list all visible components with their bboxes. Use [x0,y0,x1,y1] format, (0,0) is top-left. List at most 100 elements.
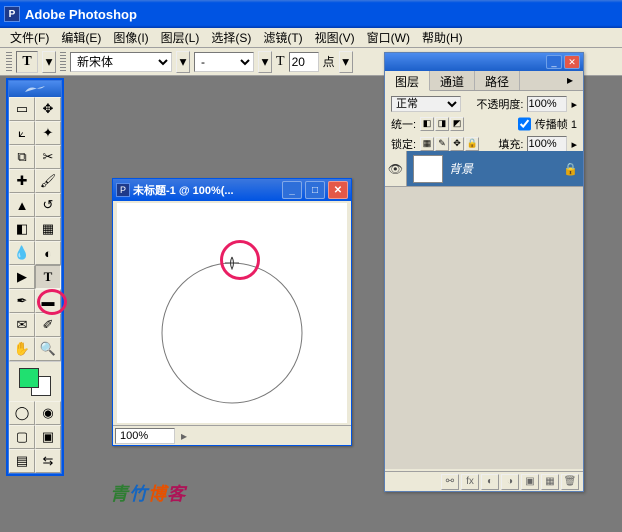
panel-menu-button[interactable]: ▸ [557,71,583,90]
slice-tool[interactable]: ✂ [35,145,61,169]
lasso-tool[interactable]: ⟀ [9,121,35,145]
menu-filter[interactable]: 滤镜(T) [257,29,308,46]
menu-image[interactable]: 图像(I) [107,29,154,46]
gripper-icon[interactable] [6,52,12,72]
lock-trans-icon[interactable]: ▦ [420,137,434,151]
menu-file[interactable]: 文件(F) [4,29,55,46]
zoom-tool[interactable]: 🔍 [35,337,61,361]
path-select-tool[interactable]: ▶ [9,265,35,289]
link-layers-button[interactable]: ⚯ [441,474,459,490]
lock-pixel-icon[interactable]: ✎ [435,137,449,151]
font-style-arrow[interactable]: ▾ [258,51,272,73]
doc-icon: P [116,183,130,197]
menu-layer[interactable]: 图层(L) [155,29,206,46]
font-family-select[interactable]: 新宋体 [70,52,172,72]
app-titlebar: P Adobe Photoshop [0,0,622,28]
heal-tool[interactable]: ✚ [9,169,35,193]
unify-style-icon[interactable]: ◩ [450,117,464,131]
crop-tool[interactable]: ⧉ [9,145,35,169]
font-family-arrow[interactable]: ▾ [176,51,190,73]
menu-select[interactable]: 选择(S) [205,29,257,46]
minimize-button[interactable]: _ [282,181,302,199]
zoom-field[interactable]: 100% [115,428,175,444]
app-icon: P [4,6,20,22]
screenmode-2[interactable]: ▣ [35,425,61,449]
foreground-color-swatch[interactable] [19,368,39,388]
blur-tool[interactable]: 💧 [9,241,35,265]
propagate-checkbox[interactable] [518,116,531,132]
lock-pos-icon[interactable]: ✥ [450,137,464,151]
color-swatches[interactable] [9,361,61,401]
delete-layer-button[interactable]: 🗑 [561,474,579,490]
gripper-icon[interactable] [60,52,66,72]
stamp-tool[interactable]: ▲ [9,193,35,217]
lock-label: 锁定: [391,136,416,152]
opacity-arrow-icon[interactable]: ▸ [571,98,577,111]
menu-view[interactable]: 视图(V) [309,29,361,46]
eyedropper-tool[interactable]: ✐ [35,313,61,337]
tab-paths[interactable]: 路径 [475,71,520,90]
menu-help[interactable]: 帮助(H) [416,29,469,46]
tab-channels[interactable]: 通道 [430,71,475,90]
lock-all-icon[interactable]: 🔒 [465,137,479,151]
panel-minimize-button[interactable]: _ [546,55,562,69]
screenmode-3[interactable]: ▤ [9,449,35,473]
lock-icon: 🔒 [563,162,583,176]
layer-name[interactable]: 背景 [449,160,563,177]
layer-mask-button[interactable]: ◐ [481,474,499,490]
screenmode-1[interactable]: ▢ [9,425,35,449]
pen-tool[interactable]: ✒ [9,289,35,313]
wand-tool[interactable]: ✦ [35,121,61,145]
layer-style-button[interactable]: fx [461,474,479,490]
layer-item[interactable]: 👁 背景 🔒 [385,151,583,187]
unify-pos-icon[interactable]: ◧ [420,117,434,131]
font-style-select[interactable]: - [194,52,254,72]
menubar: 文件(F) 编辑(E) 图像(I) 图层(L) 选择(S) 滤镜(T) 视图(V… [0,28,622,48]
tool-preset-dropdown[interactable]: ▾ [42,51,56,73]
panel-header[interactable]: _ ✕ [385,53,583,71]
fill-input[interactable] [527,136,567,152]
font-size-input[interactable] [289,52,319,72]
dodge-tool[interactable]: ◐ [35,241,61,265]
watermark: 青竹博客 [110,480,186,506]
document-titlebar[interactable]: P 未标题-1 @ 100%(... _ □ ✕ [113,179,351,201]
jump-to[interactable]: ⇆ [35,449,61,473]
type-tool[interactable]: T [35,265,61,289]
document-title: 未标题-1 @ 100%(... [133,182,279,198]
panel-close-button[interactable]: ✕ [564,55,580,69]
panel-tabs: 图层 通道 路径 ▸ [385,71,583,91]
new-layer-button[interactable]: ▦ [541,474,559,490]
unify-label: 统一: [391,116,416,132]
history-brush-tool[interactable]: ↺ [35,193,61,217]
adjustment-layer-button[interactable]: ◑ [501,474,519,490]
toolbox-header[interactable] [9,81,61,97]
maximize-button[interactable]: □ [305,181,325,199]
app-title: Adobe Photoshop [25,7,137,22]
font-size-unit: 点 [323,53,335,70]
canvas[interactable] [117,203,347,423]
hand-tool[interactable]: ✋ [9,337,35,361]
tab-layers[interactable]: 图层 [385,71,430,91]
eraser-tool[interactable]: ◧ [9,217,35,241]
layer-group-button[interactable]: ▣ [521,474,539,490]
status-arrow-icon[interactable]: ▸ [177,429,191,443]
move-tool[interactable]: ✥ [35,97,61,121]
fill-arrow-icon[interactable]: ▸ [571,138,577,151]
blend-mode-select[interactable]: 正常 [391,96,461,112]
close-button[interactable]: ✕ [328,181,348,199]
brush-tool[interactable]: 🖌 [35,169,61,193]
menu-window[interactable]: 窗口(W) [361,29,416,46]
menu-edit[interactable]: 编辑(E) [55,29,107,46]
opacity-input[interactable] [527,96,567,112]
standard-mode[interactable]: ◯ [9,401,35,425]
quickmask-mode[interactable]: ◉ [35,401,61,425]
visibility-toggle[interactable]: 👁 [385,151,407,186]
gradient-tool[interactable]: ▦ [35,217,61,241]
notes-tool[interactable]: ✉ [9,313,35,337]
shape-tool[interactable]: ▬ [35,289,61,313]
font-size-icon: T [276,54,285,70]
layer-thumbnail[interactable] [413,155,443,183]
marquee-tool[interactable]: ▭ [9,97,35,121]
font-size-arrow[interactable]: ▾ [339,51,353,73]
unify-vis-icon[interactable]: ◨ [435,117,449,131]
